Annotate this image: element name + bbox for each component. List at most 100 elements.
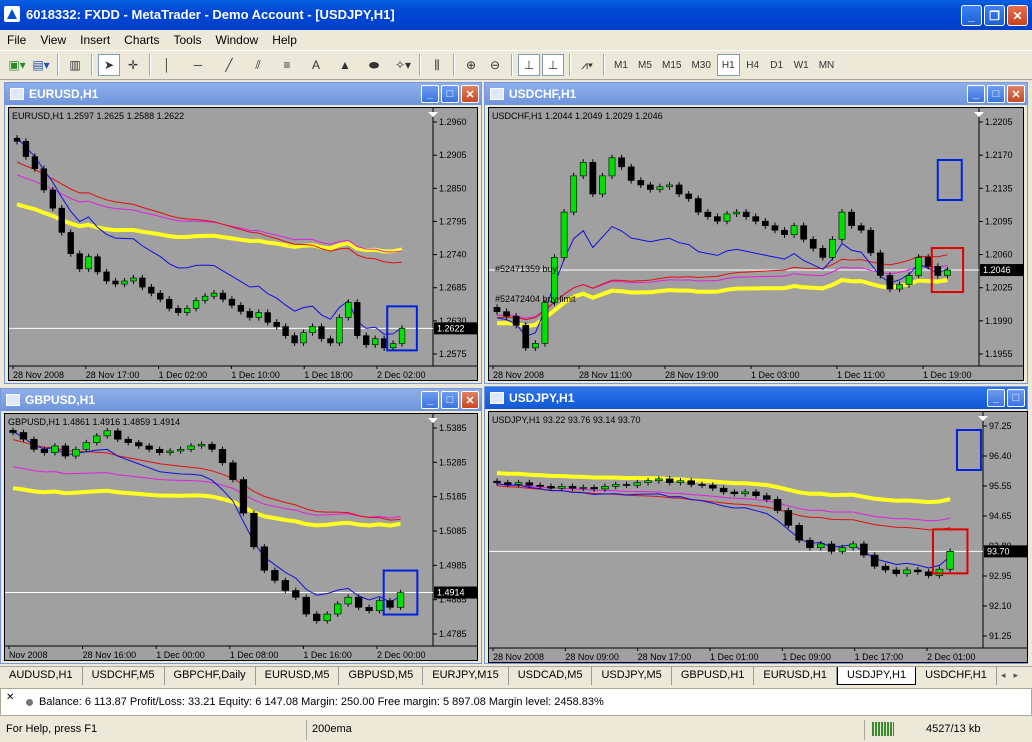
profiles-icon[interactable]: ▤▾ <box>30 54 52 76</box>
arrows-icon[interactable]: ✧▾ <box>392 54 414 76</box>
chart-titlebar-gbpusd[interactable]: GBPUSD,H1 _ □ ✕ <box>1 389 481 411</box>
bull-candle <box>336 317 343 344</box>
chart-window-gbpusd[interactable]: GBPUSD,H1 _ □ ✕ 1.5385 1.5285 1.5185 1.5085… <box>0 388 482 664</box>
menu-file[interactable]: File <box>0 33 33 47</box>
horizontal-line-icon[interactable]: ─ <box>187 54 209 76</box>
vertical-line-icon[interactable]: │ <box>156 54 178 76</box>
bar-chart-icon[interactable]: ⫼ <box>426 54 448 76</box>
bull-candle <box>560 211 568 258</box>
bull-candle <box>905 275 913 285</box>
chart-tab[interactable]: AUDUSD,H1 <box>0 667 83 685</box>
timeframe-m30[interactable]: M30 <box>687 54 714 76</box>
chart-window-usdjpy[interactable]: USDJPY,H1 _ □ 97.2596.4095.5594.6593.809… <box>484 386 1028 664</box>
menu-view[interactable]: View <box>33 33 73 47</box>
timeframe-w1[interactable]: W1 <box>790 54 813 76</box>
price-tick-label: 1.2795 <box>439 216 467 226</box>
chart-maximize-button[interactable]: □ <box>1007 389 1025 407</box>
current-price-label: 1.2622 <box>437 323 465 333</box>
chart-shift-icon[interactable]: ⊥ <box>542 54 564 76</box>
chart-maximize-button[interactable]: □ <box>987 85 1005 103</box>
chart-tab[interactable]: GBPUSD,M5 <box>339 667 424 685</box>
timeframe-h1[interactable]: H1 <box>716 54 740 76</box>
chart-minimize-button[interactable]: _ <box>967 85 985 103</box>
menu-tools[interactable]: Tools <box>167 33 209 47</box>
market-watch-icon[interactable]: ▥ <box>64 54 86 76</box>
zoom-in-icon[interactable]: ⊕ <box>460 54 482 76</box>
fibonacci-icon[interactable]: ≡ <box>276 54 298 76</box>
timeframe-mn[interactable]: MN <box>815 54 839 76</box>
bear-candle <box>273 321 280 327</box>
bull-candle <box>838 547 847 552</box>
chart-tab[interactable]: EURJPY,M15 <box>423 667 509 685</box>
trendline-icon[interactable]: ╱ <box>218 54 240 76</box>
chart-plot-usdchf[interactable]: 1.2205 1.2170 1.2135 1.2095 1.2060 1.2025 1.19… <box>488 107 1024 381</box>
chart-plot-usdjpy[interactable]: 97.2596.4095.5594.6593.8092.9592.1091.25… <box>488 411 1028 663</box>
chart-header: USDCHF,H1 1.2044 1.2049 1.2029 1.2046 <box>492 111 663 121</box>
chart-tab-active[interactable]: USDJPY,H1 <box>836 667 917 685</box>
text-icon[interactable]: A <box>305 54 327 76</box>
terminal-panel: ✕ Balance: 6 113.87 Profit/Loss: 33.21 E… <box>0 688 1032 716</box>
chart-titlebar-eurusd[interactable]: EURUSD,H1 _ □ ✕ <box>5 83 481 105</box>
price-tick-label: 1.1955 <box>985 349 1013 359</box>
bear-candle <box>145 445 153 450</box>
chart-header: GBPUSD,H1 1.4861 1.4916 1.4859 1.4914 <box>8 417 181 427</box>
window-titlebar[interactable]: 6018332: FXDD - MetaTrader - Demo Accoun… <box>0 0 1032 30</box>
chart-tab[interactable]: EURUSD,M5 <box>256 667 340 685</box>
chart-window-eurusd[interactable]: EURUSD,H1 _ □ ✕ 1.2960 1.2905 1.2850 1.2795… <box>4 82 482 384</box>
bull-candle <box>915 257 923 276</box>
chart-window-icon <box>10 88 24 100</box>
bull-candle <box>608 157 616 177</box>
menu-insert[interactable]: Insert <box>73 33 117 47</box>
ema-red-line <box>12 439 401 521</box>
menu-charts[interactable]: Charts <box>117 33 166 47</box>
bear-candle <box>19 432 28 440</box>
time-tick-label: 1 Dec 19:00 <box>923 370 972 380</box>
timeframe-m5[interactable]: M5 <box>634 54 656 76</box>
channel-icon[interactable]: ⫽ <box>247 54 269 76</box>
timeframe-m15[interactable]: M15 <box>658 54 685 76</box>
chart-tab[interactable]: GBPUSD,H1 <box>672 667 755 685</box>
minimize-button[interactable]: _ <box>961 5 982 26</box>
chart-window-usdchf[interactable]: USDCHF,H1 _ □ ✕ 1.2205 1.2170 1.2135 1.2095… <box>484 82 1028 384</box>
timeframe-m1[interactable]: M1 <box>610 54 632 76</box>
chart-tab[interactable]: USDCHF,H1 <box>916 667 997 685</box>
bear-candle <box>67 232 74 254</box>
restore-button[interactable]: ❐ <box>984 5 1005 26</box>
chart-tab[interactable]: USDCHF,M5 <box>83 667 165 685</box>
ellipse-icon[interactable]: ⬬ <box>363 54 385 76</box>
chart-close-button[interactable]: ✕ <box>461 85 479 103</box>
triangle-icon[interactable]: ▲ <box>334 54 356 76</box>
chart-tab[interactable]: USDCAD,M5 <box>509 667 593 685</box>
bull-candle <box>644 480 652 483</box>
bull-candle <box>51 445 59 453</box>
chart-plot-gbpusd[interactable]: 1.5385 1.5285 1.5185 1.5085 1.4985 1.4885 1.47… <box>4 413 478 661</box>
chart-titlebar-usdjpy[interactable]: USDJPY,H1 _ □ <box>485 387 1027 409</box>
indicators-icon[interactable]: ⩘▾ <box>576 54 598 76</box>
cursor-icon[interactable]: ➤ <box>98 54 120 76</box>
timeframe-d1[interactable]: D1 <box>766 54 788 76</box>
chart-tab[interactable]: USDJPY,M5 <box>592 667 672 685</box>
menu-window[interactable]: Window <box>209 33 266 47</box>
menu-help[interactable]: Help <box>265 33 304 47</box>
chart-header: EURUSD,H1 1.2597 1.2625 1.2588 1.2622 <box>12 111 185 121</box>
close-button[interactable]: ✕ <box>1007 5 1028 26</box>
chart-close-button[interactable]: ✕ <box>1007 85 1025 103</box>
chart-maximize-button[interactable]: □ <box>441 85 459 103</box>
chart-minimize-button[interactable]: _ <box>421 391 439 409</box>
chart-titlebar-usdchf[interactable]: USDCHF,H1 _ □ ✕ <box>485 83 1027 105</box>
chart-minimize-button[interactable]: _ <box>987 389 1005 407</box>
timeframe-h4[interactable]: H4 <box>742 54 764 76</box>
chart-close-button[interactable]: ✕ <box>461 391 479 409</box>
chart-minimize-button[interactable]: _ <box>421 85 439 103</box>
tab-scroll-arrows-icon[interactable]: ◂▸ <box>1001 670 1026 681</box>
terminal-close-icon[interactable]: ✕ <box>6 692 14 703</box>
chart-tab[interactable]: EURUSD,H1 <box>754 667 837 685</box>
crosshair-icon[interactable]: ✛ <box>122 54 144 76</box>
chart-plot-eurusd[interactable]: 1.2960 1.2905 1.2850 1.2795 1.2740 1.2685 1.26… <box>8 107 478 381</box>
balance-status-icon <box>26 699 33 706</box>
new-chart-icon[interactable]: ▣▾ <box>6 54 28 76</box>
auto-scroll-icon[interactable]: ⊥ <box>518 54 540 76</box>
chart-tab[interactable]: GBPCHF,Daily <box>165 667 256 685</box>
zoom-out-icon[interactable]: ⊖ <box>484 54 506 76</box>
chart-maximize-button[interactable]: □ <box>441 391 459 409</box>
